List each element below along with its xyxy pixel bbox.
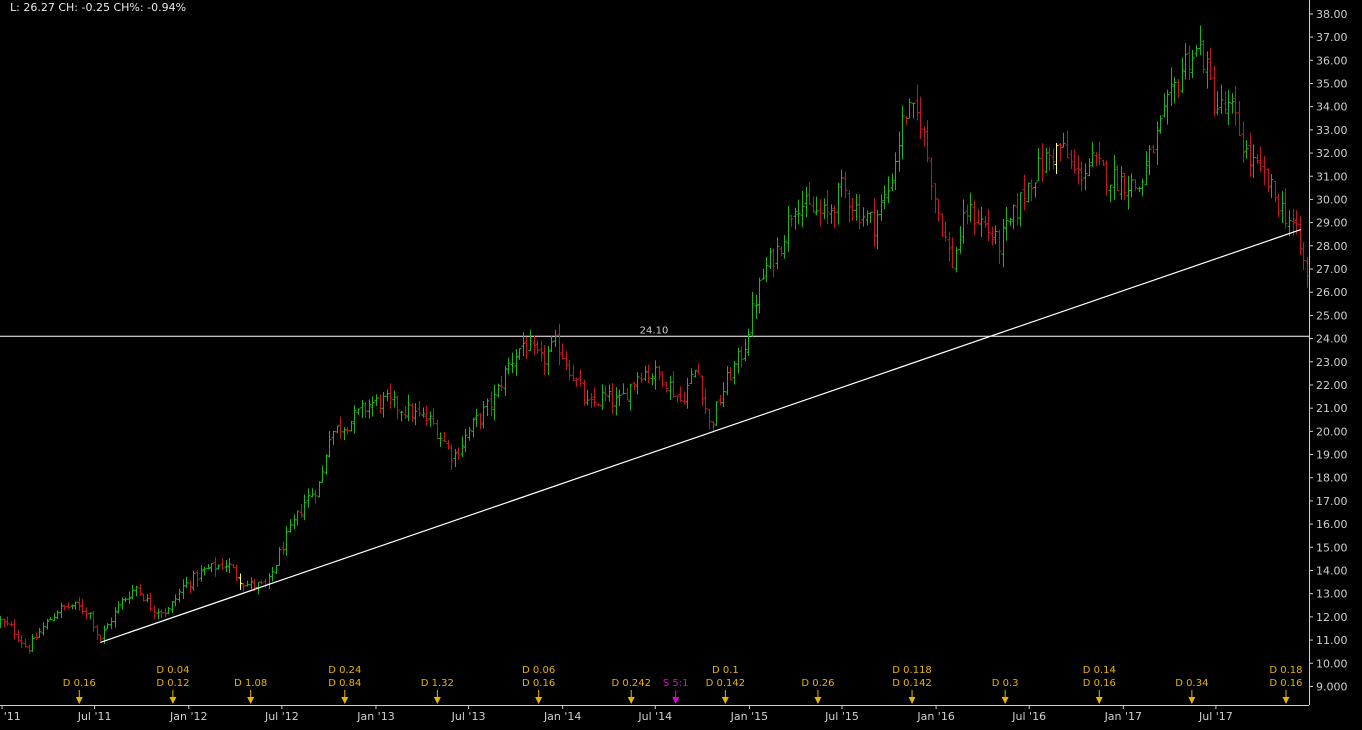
price-tick-label: 10.00 (1316, 657, 1348, 670)
event-label-bottom: D 0.142 (706, 678, 746, 689)
date-tick-label: Jan '16 (916, 710, 954, 723)
price-tick-label: 22.00 (1316, 379, 1348, 392)
price-tick-label: 38.00 (1316, 8, 1348, 21)
date-tick-label: Jul '16 (1011, 710, 1046, 723)
event-label-bottom: D 0.12 (156, 678, 189, 689)
price-tick-label: 27.00 (1316, 263, 1348, 276)
change-percent-value: -0.94% (147, 1, 187, 14)
price-tick-label: 26.00 (1316, 286, 1348, 299)
date-tick-label: Jul '13 (451, 710, 486, 723)
date-tick-label: Jul '15 (824, 710, 859, 723)
price-tick-label: 28.00 (1316, 240, 1348, 253)
event-label-bottom: D 0.26 (801, 678, 834, 689)
event-label-top: D 0.06 (522, 665, 555, 676)
price-tick-label: 17.00 (1316, 495, 1348, 508)
last-label: L: (10, 1, 20, 14)
price-tick-label: 14.00 (1316, 564, 1348, 577)
date-tick-label: Jul '11 (77, 710, 112, 723)
date-tick-label: Jan '12 (169, 710, 207, 723)
event-label-bottom: D 0.242 (611, 678, 651, 689)
horizontal-line-label: 24.10 (640, 325, 669, 336)
event-label-bottom: S 5:1 (663, 678, 689, 689)
event-label-bottom: D 1.08 (234, 678, 267, 689)
event-label-bottom: D 0.84 (328, 678, 361, 689)
date-tick-label: Jul '14 (637, 710, 672, 723)
price-tick-label: 15.00 (1316, 541, 1348, 554)
price-tick-label: 32.00 (1316, 147, 1348, 160)
price-tick-label: 9.000 (1316, 680, 1348, 693)
event-label-bottom: D 0.142 (892, 678, 932, 689)
change-value: -0.25 (81, 1, 110, 14)
price-tick-label: 25.00 (1316, 309, 1348, 322)
price-tick-label: 13.00 (1316, 588, 1348, 601)
event-label-top: D 0.1 (712, 665, 739, 676)
last-value: 26.27 (23, 1, 55, 14)
price-tick-label: 23.00 (1316, 356, 1348, 369)
date-tick-label: Jan '14 (543, 710, 581, 723)
change-label: CH: (58, 1, 79, 14)
price-tick-label: 37.00 (1316, 31, 1348, 44)
event-label-bottom: D 0.16 (1269, 678, 1302, 689)
price-tick-label: 33.00 (1316, 124, 1348, 137)
event-label-top: D 0.18 (1269, 665, 1302, 676)
event-label-bottom: D 0.3 (992, 678, 1019, 689)
price-tick-label: 16.00 (1316, 518, 1348, 531)
event-label-bottom: D 0.34 (1175, 678, 1208, 689)
price-tick-label: 12.00 (1316, 611, 1348, 624)
price-tick-label: 19.00 (1316, 449, 1348, 462)
date-tick-label: Jul '17 (1198, 710, 1233, 723)
event-label-bottom: D 0.16 (1083, 678, 1116, 689)
price-tick-label: 21.00 (1316, 402, 1348, 415)
change-percent-label: CH%: (113, 1, 144, 14)
price-tick-label: 20.00 (1316, 425, 1348, 438)
price-tick-label: 24.00 (1316, 333, 1348, 346)
event-label-bottom: D 0.16 (522, 678, 555, 689)
date-tick-label: Jan '13 (356, 710, 394, 723)
price-tick-label: 18.00 (1316, 472, 1348, 485)
event-label-bottom: D 1.32 (421, 678, 454, 689)
price-tick-label: 11.00 (1316, 634, 1348, 647)
event-label-top: D 0.04 (156, 665, 189, 676)
date-tick-label: Jan '11 (0, 710, 21, 723)
event-label-top: D 0.118 (892, 665, 932, 676)
stock-chart: 24.10 D 0.16 D 0.04 D 0.12 D 1.08 D 0.24 D 0.8… (0, 0, 1362, 730)
event-label-bottom: D 0.16 (63, 678, 96, 689)
event-label-top: D 0.14 (1083, 665, 1116, 676)
price-tick-label: 29.00 (1316, 217, 1348, 230)
date-tick-label: Jan '17 (1104, 710, 1142, 723)
price-tick-label: 34.00 (1316, 101, 1348, 114)
price-tick-label: 35.00 (1316, 77, 1348, 90)
date-tick-label: Jul '12 (264, 710, 299, 723)
event-label-top: D 0.24 (328, 665, 361, 676)
price-tick-label: 36.00 (1316, 54, 1348, 67)
chart-background (0, 0, 1362, 730)
price-tick-label: 30.00 (1316, 193, 1348, 206)
status-bar: L: 26.27 CH: -0.25 CH%: -0.94% (0, 0, 191, 16)
price-tick-label: 31.00 (1316, 170, 1348, 183)
date-tick-label: Jan '15 (730, 710, 768, 723)
